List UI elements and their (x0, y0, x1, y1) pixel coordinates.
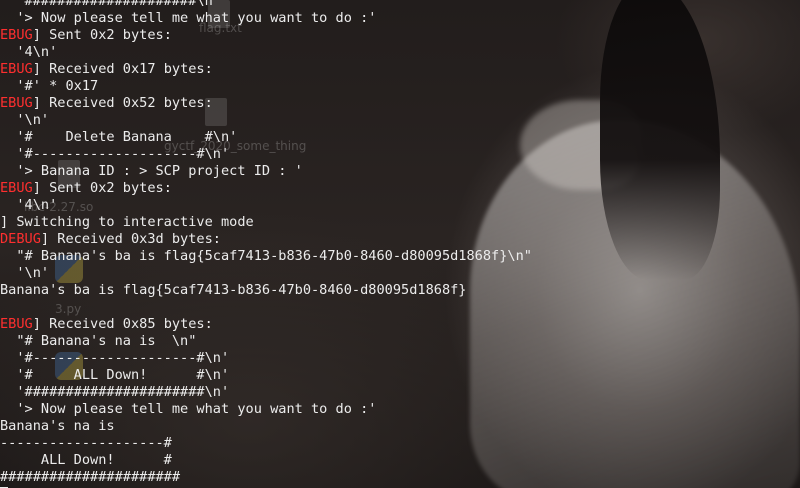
terminal-line: #####################\n' (0, 0, 221, 10)
terminal-line-text: '# Delete Banana #\n' (0, 129, 238, 145)
terminal-line: '> Now please tell me what you want to d… (0, 10, 376, 27)
terminal-line: EBUG] Sent 0x2 bytes: (0, 180, 172, 197)
debug-tag: EBUG (0, 27, 33, 43)
terminal-line-text: ] Sent 0x2 bytes: (32, 180, 172, 196)
terminal-line: '> Banana ID : > SCP project ID : ' (0, 163, 303, 180)
terminal-line: EBUG] Received 0x17 bytes: (0, 61, 213, 78)
terminal-line-text: '\n' (0, 265, 50, 281)
debug-tag: EBUG (0, 316, 33, 332)
terminal-line-text: '\n' (0, 112, 50, 128)
terminal-line: '#' * 0x17 (0, 78, 98, 95)
terminal-line: '> Now please tell me what you want to d… (0, 401, 376, 418)
terminal-line-text: "# Banana's ba is flag{5caf7413-b836-47b… (0, 248, 532, 264)
terminal-line-text: ALL Down! # (0, 452, 172, 468)
terminal-line-text: "# Banana's na is \n" (0, 333, 197, 349)
terminal-line-text: '######################\n' (0, 384, 230, 400)
terminal-line: ###################### (0, 469, 180, 486)
terminal-line-text: '> Now please tell me what you want to d… (0, 10, 377, 26)
terminal-line-text: '> Now please tell me what you want to d… (0, 401, 377, 417)
terminal-line: DEBUG] Received 0x3d bytes: (0, 231, 221, 248)
debug-tag: DEBUG (0, 231, 41, 247)
terminal-line-text: '4\n' (0, 197, 58, 213)
terminal-line: Banana's na is (0, 418, 115, 435)
debug-tag: EBUG (0, 61, 33, 77)
terminal-line: '4\n' (0, 197, 57, 214)
terminal-line: '4\n' (0, 44, 57, 61)
terminal-line: --------------------# (0, 435, 172, 452)
debug-tag: EBUG (0, 180, 33, 196)
terminal-line-text: ] Sent 0x2 bytes: (32, 27, 172, 43)
terminal-window[interactable]: flag.txt gyctf_2020_some_thing libc-2.27… (0, 0, 800, 488)
terminal-line-text: ] Received 0x3d bytes: (40, 231, 221, 247)
terminal-line: "# Banana's ba is flag{5caf7413-b836-47b… (0, 248, 532, 265)
terminal-line: '\n' (0, 112, 49, 129)
terminal-line-text: '#' * 0x17 (0, 78, 99, 94)
terminal-line: '#--------------------#\n' (0, 146, 229, 163)
terminal-line-text: ] Received 0x52 bytes: (32, 95, 213, 111)
terminal-line: EBUG] Sent 0x2 bytes: (0, 27, 172, 44)
terminal-line: '#--------------------#\n' (0, 350, 229, 367)
terminal-line-text: --------------------# (0, 435, 172, 451)
terminal-line: '\n' (0, 265, 49, 282)
terminal-line-text: ###################### (0, 469, 181, 485)
terminal-line: '######################\n' (0, 384, 229, 401)
terminal-line: '# ALL Down! #\n' (0, 367, 229, 384)
terminal-line-text: '4\n' (0, 44, 58, 60)
terminal-line-text: '#--------------------#\n' (0, 350, 230, 366)
terminal-line-text: Banana's na is (0, 418, 115, 434)
terminal-line-text: '> Banana ID : > SCP project ID : ' (0, 163, 303, 179)
terminal-output[interactable]: #####################\n' '> Now please t… (0, 0, 800, 488)
terminal-line-text: ] Received 0x17 bytes: (32, 61, 213, 77)
terminal-line: EBUG] Received 0x85 bytes: (0, 316, 213, 333)
terminal-line-text: ] Received 0x85 bytes: (32, 316, 213, 332)
debug-tag: EBUG (0, 95, 33, 111)
terminal-line-text: ] Switching to interactive mode (0, 214, 254, 230)
terminal-line: Banana's ba is flag{5caf7413-b836-47b0-8… (0, 282, 467, 299)
terminal-line: EBUG] Received 0x52 bytes: (0, 95, 213, 112)
terminal-line: ALL Down! # (0, 452, 172, 469)
terminal-line-text: Banana's ba is flag{5caf7413-b836-47b0-8… (0, 282, 467, 298)
terminal-line: ] Switching to interactive mode (0, 214, 254, 231)
terminal-line-text: #####################\n' (0, 0, 221, 9)
terminal-line-text: '# ALL Down! #\n' (0, 367, 230, 383)
terminal-line: "# Banana's na is \n" (0, 333, 196, 350)
terminal-line-text: '#--------------------#\n' (0, 146, 230, 162)
terminal-line: '# Delete Banana #\n' (0, 129, 237, 146)
